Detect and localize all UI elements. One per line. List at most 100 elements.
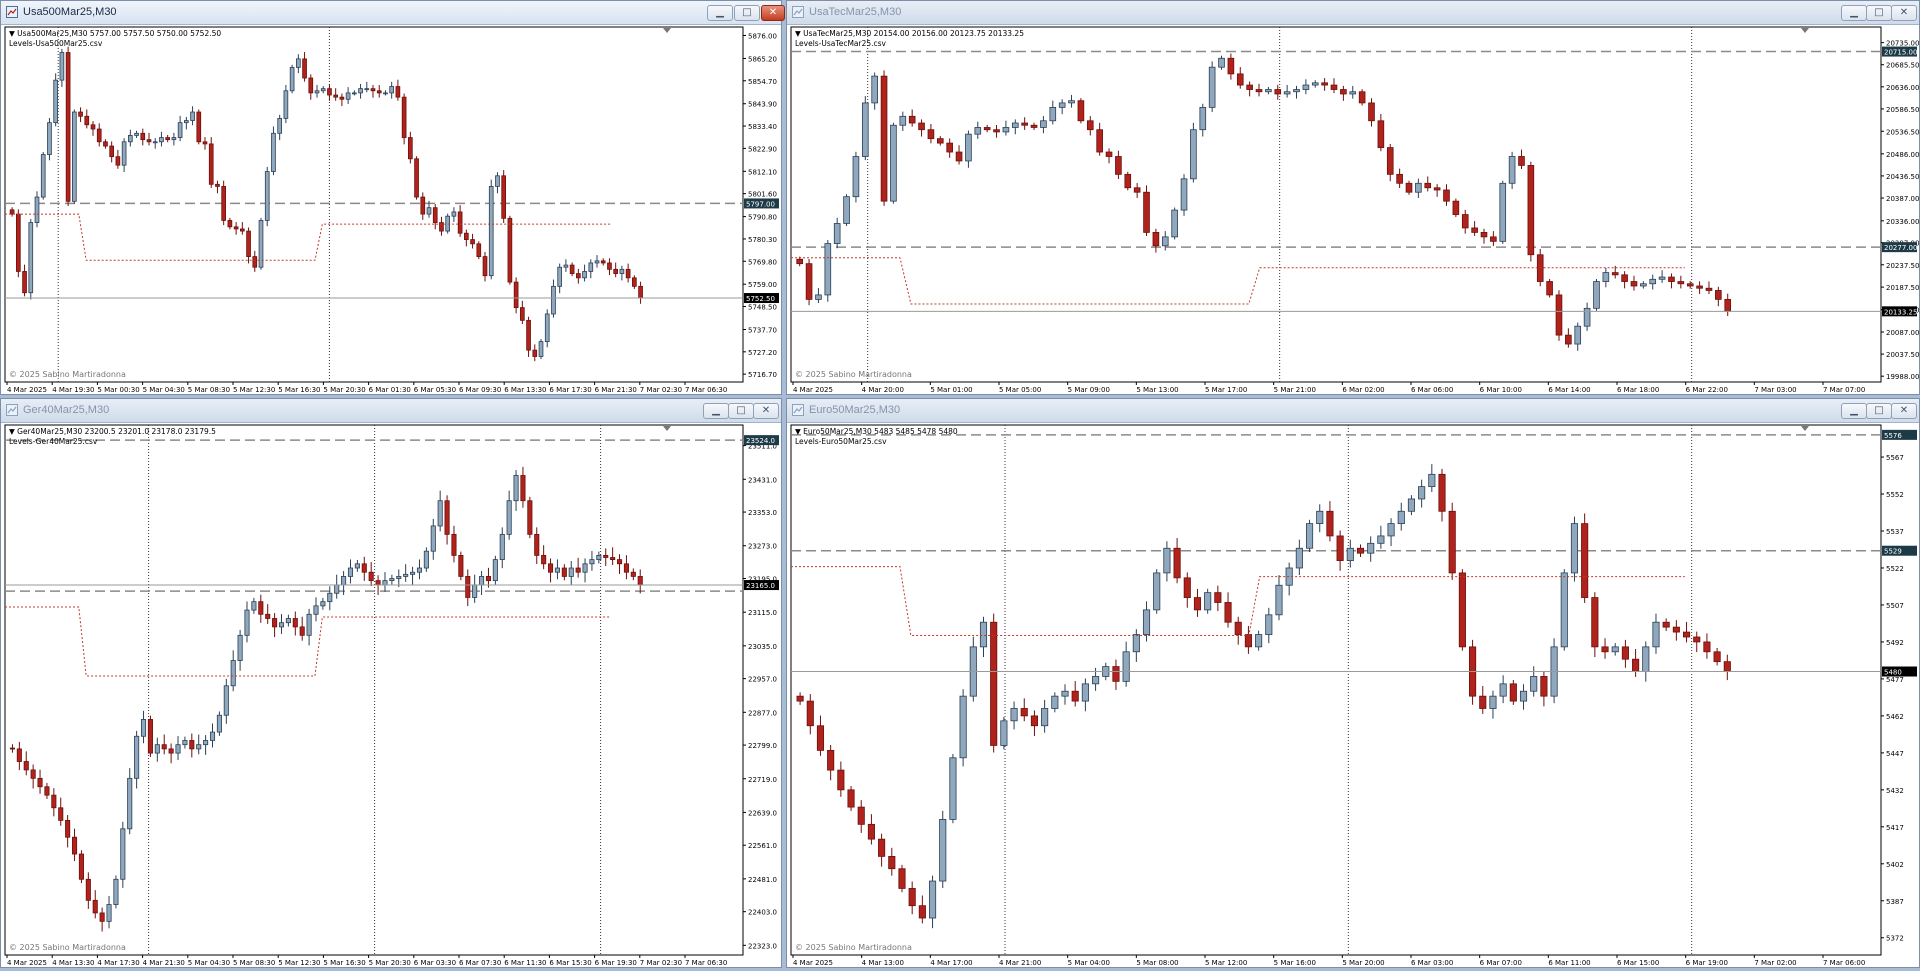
close-button[interactable]: ✕ bbox=[761, 5, 785, 21]
x-tick-label: 5 Mar 12:30 bbox=[278, 959, 320, 967]
maximize-button[interactable]: □ bbox=[728, 403, 754, 419]
chart-area[interactable]: 20735.00 20685.50 20636.00 20586.50 20536.50… bbox=[787, 25, 1919, 394]
candle-body bbox=[1214, 592, 1222, 603]
candle-body bbox=[1724, 298, 1732, 312]
chart-window-euro50[interactable]: Euro50Mar25,M30 ▁ □ ✕ 5567 5552 5537 5522 55… bbox=[786, 398, 1920, 968]
maximize-button[interactable]: □ bbox=[1866, 5, 1892, 21]
candle-body bbox=[396, 576, 402, 579]
candle-body bbox=[1649, 278, 1657, 285]
chart-window-usatec[interactable]: UsaTecMar25,M30 ▁ □ ✕ 20735.00 20685.50 20… bbox=[786, 0, 1920, 395]
x-tick-label: 5 Mar 09:00 bbox=[1068, 386, 1110, 394]
candle-body bbox=[352, 92, 357, 95]
candle-body bbox=[993, 129, 1000, 133]
chart-window-icon bbox=[792, 6, 804, 18]
maximize-button[interactable]: □ bbox=[734, 5, 760, 21]
candle-body bbox=[339, 96, 345, 100]
candle-body bbox=[990, 621, 998, 746]
candle-body bbox=[603, 554, 609, 558]
y-tick-label: 5759.00 bbox=[748, 281, 777, 289]
candle-body bbox=[596, 554, 602, 561]
chart-area[interactable]: 23511.0 23431.0 23353.0 23273.0 23195.0 23115… bbox=[1, 423, 781, 967]
minimize-button[interactable]: ▁ bbox=[1841, 5, 1867, 21]
candle-body bbox=[1555, 294, 1563, 336]
ohlc-label: ▼ UsaTecMar25,M30 20154.00 20156.00 2012… bbox=[795, 29, 1024, 38]
x-tick-label: 5 Mar 20:00 bbox=[1342, 959, 1384, 967]
candle-body bbox=[92, 899, 98, 914]
candle-body bbox=[370, 88, 376, 92]
level-marker-label: 23524.0 bbox=[746, 437, 775, 445]
close-button[interactable]: ✕ bbox=[753, 403, 779, 419]
candle-body bbox=[451, 533, 457, 556]
candle-body bbox=[1234, 621, 1242, 635]
candle-body bbox=[1377, 120, 1385, 148]
candle-body bbox=[30, 769, 36, 779]
candle-body bbox=[1193, 597, 1202, 611]
candlestick-chart-usatec[interactable]: 20735.00 20685.50 20636.00 20586.50 20536.50… bbox=[787, 25, 1919, 394]
candle-body bbox=[299, 626, 305, 636]
y-tick-label: 5801.60 bbox=[748, 191, 777, 199]
close-button[interactable]: ✕ bbox=[1891, 403, 1917, 419]
x-tick-label: 4 Mar 21:30 bbox=[143, 959, 185, 967]
candle-body bbox=[1153, 572, 1161, 611]
chart-window-ger40[interactable]: Ger40Mar25,M30 ▁ □ ✕ 23511.0 23431.0 23353… bbox=[0, 398, 782, 968]
y-tick-label: 5769.80 bbox=[748, 258, 777, 266]
window-titlebar[interactable]: Usa500Mar25,M30 ▁ □ ✕ bbox=[1, 1, 785, 25]
level-marker-label: 5529 bbox=[1884, 548, 1902, 556]
x-tick-label: 5 Mar 20:30 bbox=[369, 959, 411, 967]
minimize-button[interactable]: ▁ bbox=[707, 5, 733, 21]
candle-body bbox=[1682, 631, 1691, 638]
candlestick-chart-ger40[interactable]: 23511.023431.023353.023273.023195.023115… bbox=[1, 423, 781, 967]
candle-body bbox=[358, 88, 363, 94]
minimize-button[interactable]: ▁ bbox=[703, 403, 729, 419]
candle-body bbox=[320, 88, 326, 92]
x-tick-label: 6 Mar 19:00 bbox=[1686, 959, 1728, 967]
candle-body bbox=[1283, 91, 1291, 95]
candle-body bbox=[1002, 127, 1010, 133]
candle-body bbox=[632, 277, 637, 287]
y-tick-label: 5865.20 bbox=[748, 55, 777, 63]
x-tick-label: 5 Mar 05:00 bbox=[999, 386, 1041, 394]
x-tick-label: 5 Mar 16:00 bbox=[1274, 959, 1316, 967]
y-tick-label: 22323.0 bbox=[748, 942, 777, 950]
candlestick-chart-usa500[interactable]: 5876.00 5865.20 5854.70 5843.90 5833.40 5822.… bbox=[1, 25, 781, 394]
candle-body bbox=[1326, 510, 1334, 537]
minimize-button[interactable]: ▁ bbox=[1841, 403, 1867, 419]
candle-body bbox=[1581, 523, 1589, 598]
candle-body bbox=[1415, 182, 1422, 193]
candle-body bbox=[1265, 614, 1273, 635]
candle-body bbox=[492, 559, 498, 582]
maximize-button[interactable]: □ bbox=[1866, 403, 1892, 419]
chart-window-icon bbox=[6, 404, 18, 416]
candle-body bbox=[1180, 178, 1188, 211]
chart-window-usa500[interactable]: Usa500Mar25,M30 ▁ □ ✕ 5876.00 5865.20 5854… bbox=[0, 0, 785, 395]
price-marker-label: 5752.50 bbox=[746, 295, 775, 303]
copyright-label: © 2025 Sabino Martiradonna bbox=[9, 370, 126, 379]
window-titlebar[interactable]: Ger40Mar25,M30 ▁ □ ✕ bbox=[1, 399, 781, 423]
candle-body bbox=[1686, 283, 1694, 287]
candle-body bbox=[9, 209, 15, 215]
candle-body bbox=[815, 294, 822, 300]
chart-area[interactable]: 5567 5552 5537 5522 5507 5492 5477 5462 5447 5432… bbox=[787, 423, 1919, 967]
candle-body bbox=[223, 685, 229, 716]
x-tick-label: 6 Mar 10:00 bbox=[1480, 386, 1522, 394]
y-tick-label: 5790.80 bbox=[748, 214, 777, 222]
candle-body bbox=[1190, 129, 1197, 180]
x-tick-label: 6 Mar 06:00 bbox=[1411, 386, 1453, 394]
candle-body bbox=[1105, 151, 1113, 157]
candle-body bbox=[1204, 592, 1212, 611]
close-button[interactable]: ✕ bbox=[1891, 5, 1917, 21]
x-tick-label: 4 Mar 2025 bbox=[793, 959, 833, 967]
candle-body bbox=[557, 266, 563, 287]
chart-area[interactable]: 5876.00 5865.20 5854.70 5843.90 5833.40 5822.… bbox=[1, 25, 781, 394]
candle-body bbox=[867, 823, 875, 840]
candle-body bbox=[843, 196, 850, 224]
window-titlebar[interactable]: UsaTecMar25,M30 ▁ □ ✕ bbox=[787, 1, 1919, 25]
window-titlebar[interactable]: Euro50Mar25,M30 ▁ □ ✕ bbox=[787, 399, 1919, 423]
y-tick-label: 5477 bbox=[1886, 676, 1904, 684]
candle-body bbox=[215, 183, 220, 187]
y-tick-label: 5552 bbox=[1886, 491, 1904, 499]
candle-body bbox=[9, 747, 15, 750]
candle-body bbox=[1499, 182, 1507, 242]
candle-body bbox=[127, 777, 133, 830]
candlestick-chart-euro50[interactable]: 5567 5552 5537 5522 5507 5492 5477 5462 5447 5432… bbox=[787, 423, 1919, 967]
